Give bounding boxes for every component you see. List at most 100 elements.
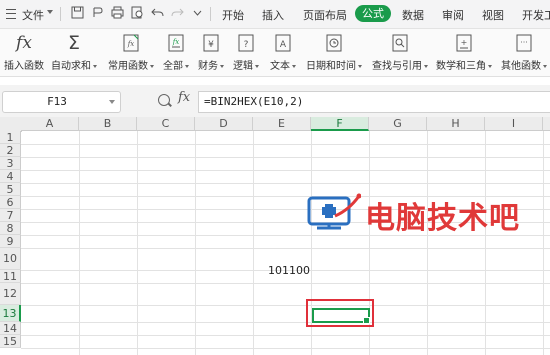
lookup-icon (391, 33, 409, 53)
tab-view[interactable]: 视图 (482, 7, 504, 23)
cell-e10[interactable]: 101100 (268, 264, 310, 277)
gridline (21, 170, 550, 171)
gridline (21, 305, 550, 306)
menu-icon[interactable] (6, 9, 16, 19)
logic-question-icon: ? (237, 33, 255, 53)
row-header[interactable]: 12 (0, 283, 21, 305)
column-header-j[interactable] (543, 117, 550, 131)
gridline (21, 144, 550, 145)
row-header[interactable]: 11 (0, 270, 21, 283)
watermark-text: 电脑技术吧 (365, 201, 520, 236)
customize-quick-access-icon[interactable] (190, 6, 204, 20)
watermark: 电脑技术吧 (305, 188, 550, 238)
row-header[interactable]: 1 (0, 131, 21, 144)
row-header[interactable]: 15 (0, 335, 21, 348)
column-header-e[interactable]: E (253, 117, 311, 131)
autosum-button[interactable]: Σ 自动求和 (48, 29, 100, 76)
tab-page-layout[interactable]: 页面布局 (303, 7, 347, 23)
row-header[interactable]: 8 (0, 222, 21, 235)
fx-icon: fx (16, 33, 32, 53)
gridline (21, 348, 550, 349)
text-a-icon: A (274, 33, 292, 53)
logical-button[interactable]: ? 逻辑 (230, 29, 262, 76)
tab-formulas[interactable]: 公式 (355, 5, 391, 22)
text-functions-button[interactable]: A 文本 (266, 29, 300, 76)
row-header[interactable]: 4 (0, 170, 21, 183)
gridline (21, 283, 550, 284)
svg-text:+: + (461, 38, 468, 47)
math-trig-button[interactable]: + 数学和三角 (434, 29, 494, 76)
fill-handle[interactable] (363, 317, 370, 324)
row-header[interactable]: 14 (0, 322, 21, 335)
undo-icon[interactable] (150, 6, 164, 20)
column-header-i[interactable]: I (485, 117, 543, 131)
function-list-icon: fx (167, 33, 185, 53)
financial-button[interactable]: ¥ 财务 (195, 29, 227, 76)
name-box[interactable]: F13 (2, 91, 121, 113)
row-header[interactable]: 5 (0, 183, 21, 196)
fx-icon[interactable]: fx (178, 90, 190, 105)
math-icon: + (455, 33, 473, 53)
column-header-b[interactable]: B (79, 117, 137, 131)
search-icon[interactable] (158, 94, 170, 106)
save-icon[interactable] (70, 6, 84, 20)
row-header[interactable]: 6 (0, 196, 21, 209)
name-box-value: F13 (47, 95, 67, 108)
select-all-corner[interactable] (0, 117, 22, 132)
gridline (21, 335, 550, 336)
tab-home[interactable]: 开始 (222, 7, 244, 23)
row-header[interactable]: 2 (0, 144, 21, 157)
svg-text:fx: fx (127, 40, 135, 48)
tab-developer[interactable]: 开发工 (522, 7, 550, 23)
column-header-a[interactable]: A (21, 117, 79, 131)
gridline (21, 322, 550, 323)
svg-text:···: ··· (520, 38, 528, 47)
svg-text:A: A (280, 40, 287, 50)
insert-function-button[interactable]: fx 插入函数 (2, 29, 46, 76)
more-functions-icon: ··· (515, 33, 533, 53)
chevron-down-icon[interactable] (47, 10, 53, 14)
redo-icon[interactable] (170, 6, 184, 20)
lookup-reference-button[interactable]: 查找与引用 (370, 29, 430, 76)
gridline (21, 248, 550, 249)
divider (210, 7, 211, 21)
formula-bar: F13 fx =BIN2HEX(E10,2) (0, 85, 550, 118)
row-header[interactable]: 7 (0, 209, 21, 222)
column-header-f[interactable]: F (311, 117, 369, 131)
more-functions-button[interactable]: ··· 其他函数 (498, 29, 550, 76)
tab-data[interactable]: 数据 (402, 7, 424, 23)
all-functions-button[interactable]: fx 全部 (160, 29, 192, 76)
row-header[interactable]: 10 (0, 248, 21, 270)
row-header[interactable]: 9 (0, 235, 21, 248)
selected-cell-f13[interactable] (312, 308, 370, 323)
monitor-logo-icon (307, 193, 361, 230)
tab-review[interactable]: 审阅 (442, 7, 464, 23)
divider (60, 7, 61, 21)
common-functions-button[interactable]: fx 常用函数 (104, 29, 158, 76)
sigma-icon: Σ (67, 32, 80, 54)
star-function-icon: fx (122, 33, 140, 53)
print-icon[interactable] (110, 6, 124, 20)
file-menu[interactable]: 文件 (22, 7, 44, 23)
row-header-selected[interactable]: 13 (0, 305, 21, 322)
formula-input[interactable]: =BIN2HEX(E10,2) (198, 91, 550, 113)
chevron-down-icon[interactable] (109, 100, 115, 104)
gridline (21, 183, 550, 184)
ribbon-tab-bar: 文件 开始 插入 页面布局 公式 数据 审阅 视图 开发工 (0, 0, 550, 29)
formula-text: =BIN2HEX(E10,2) (204, 95, 304, 108)
column-header-d[interactable]: D (195, 117, 253, 131)
date-time-button[interactable]: 日期和时间 (304, 29, 364, 76)
column-header-h[interactable]: H (427, 117, 485, 131)
print-preview-icon[interactable] (130, 6, 144, 20)
tab-insert[interactable]: 插入 (262, 7, 284, 23)
clock-icon (325, 33, 343, 53)
column-header-g[interactable]: G (369, 117, 427, 131)
svg-text:¥: ¥ (208, 40, 214, 50)
row-header[interactable]: 3 (0, 157, 21, 170)
finance-book-icon: ¥ (202, 33, 220, 53)
formula-ribbon: fx 插入函数 Σ 自动求和 fx 常用函数 fx 全部 ¥ 财务 ? 逻辑 A… (0, 29, 550, 77)
gridline (21, 157, 550, 158)
undo-history-icon[interactable] (90, 6, 104, 20)
svg-text:fx: fx (172, 38, 180, 46)
column-header-c[interactable]: C (137, 117, 195, 131)
